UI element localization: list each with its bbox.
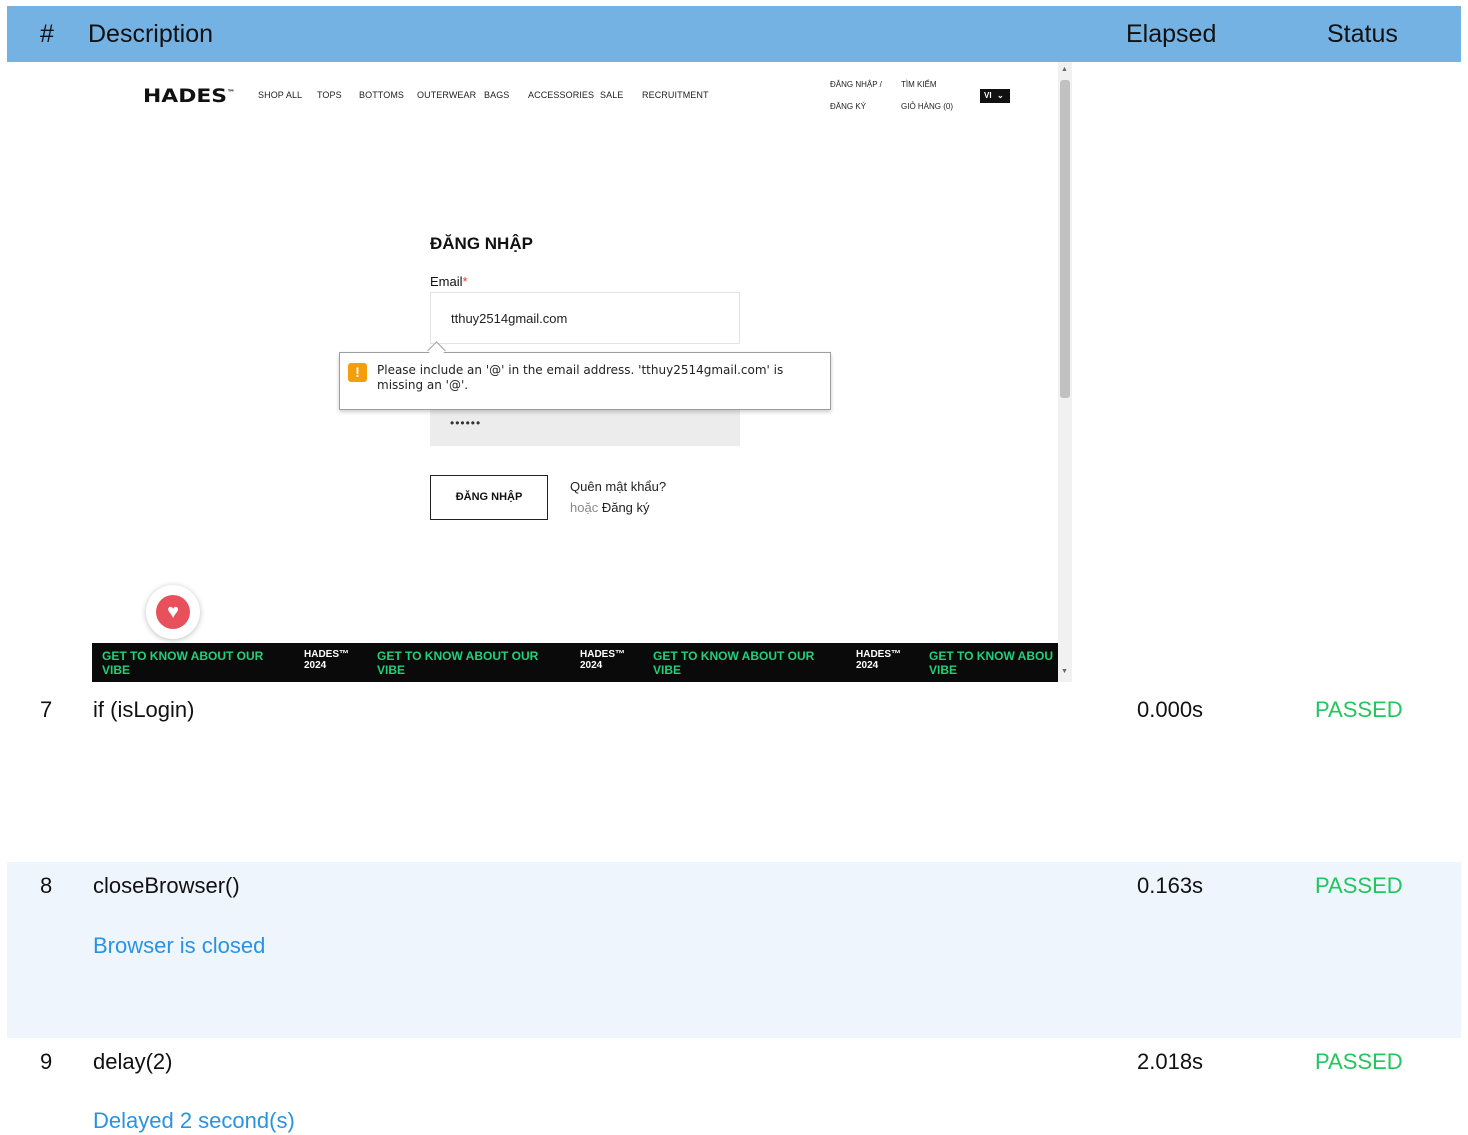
marquee-vibe: GET TO KNOW ABOUT OUR VIBE	[653, 649, 815, 677]
row-description: if (isLogin)	[93, 697, 195, 722]
table-header: # Description Elapsed Status	[7, 6, 1461, 62]
account-login-link[interactable]: ĐĂNG NHẬP /	[830, 80, 882, 89]
warning-icon: !	[348, 363, 367, 382]
row-log: Browser is closed	[93, 933, 266, 958]
nav-sale[interactable]: SALE	[600, 90, 623, 100]
marquee-brand: HADES™ 2024	[580, 649, 626, 671]
search-link[interactable]: TÌM KIẾM	[901, 80, 937, 89]
register-line: hoặc Đăng ký	[570, 500, 650, 515]
row-status: PASSED	[1315, 1049, 1403, 1074]
col-description-header: Description	[88, 20, 214, 48]
validation-tooltip: ! Please include an '@' in the email add…	[339, 352, 831, 410]
nav-bottoms[interactable]: BOTTOMS	[359, 90, 404, 100]
login-submit-button[interactable]: ĐĂNG NHẬP	[430, 475, 548, 520]
marquee-vibe: GET TO KNOW ABOUT OUR VIBE	[102, 649, 264, 677]
register-link[interactable]: Đăng ký	[602, 500, 650, 515]
row-status: PASSED	[1315, 697, 1403, 722]
account-register-link[interactable]: ĐĂNG KÝ	[830, 102, 866, 111]
forgot-password-link[interactable]: Quên mật khẩu?	[570, 479, 666, 494]
marquee-vibe: GET TO KNOW ABOUT OUR VIBE	[377, 649, 539, 677]
nav-bags[interactable]: BAGS	[484, 90, 509, 100]
row-num: 9	[40, 1049, 53, 1074]
language-select[interactable]: VI ⌄	[980, 89, 1010, 103]
nav-outerwear[interactable]: OUTERWEAR	[417, 90, 476, 100]
row-num: 8	[40, 873, 53, 898]
nav-shop-all[interactable]: SHOP ALL	[258, 90, 302, 100]
col-status-header: Status	[1327, 20, 1398, 48]
screenshot-embed: HADES™ SHOP ALL TOPS BOTTOMS OUTERWEAR B…	[92, 62, 1080, 682]
col-elapsed-header: Elapsed	[1126, 20, 1217, 48]
nav-recruitment[interactable]: RECRUITMENT	[642, 90, 709, 100]
validation-message: Please include an '@' in the email addre…	[377, 363, 784, 392]
wishlist-button[interactable]: ♥	[146, 585, 200, 639]
marquee-brand: HADES™ 2024	[856, 649, 902, 671]
marquee-vibe: GET TO KNOW ABOU VIBE	[929, 649, 1053, 677]
marquee-brand: HADES™ 2024	[304, 649, 350, 671]
row-status: PASSED	[1315, 873, 1403, 898]
marquee-bar: GET TO KNOW ABOUT OUR VIBE HADES™ 2024 GET…	[92, 643, 1058, 682]
col-num-header: #	[40, 20, 54, 48]
chevron-down-icon: ⌄	[997, 91, 1004, 100]
row-elapsed: 0.000s	[1137, 697, 1204, 722]
row-elapsed: 0.163s	[1137, 873, 1204, 898]
cart-link[interactable]: GIỎ HÀNG (0)	[901, 102, 953, 111]
row-description: closeBrowser()	[93, 873, 240, 898]
heart-icon: ♥	[156, 595, 190, 629]
email-label: Email*	[430, 274, 468, 289]
hades-logo[interactable]: HADES™	[143, 85, 235, 107]
login-title: ĐĂNG NHẬP	[430, 234, 533, 253]
row-description: delay(2)	[93, 1049, 173, 1074]
scroll-down-icon[interactable]: ▼	[1061, 668, 1068, 675]
scroll-up-icon[interactable]: ▲	[1061, 66, 1068, 73]
nav-accessories[interactable]: ACCESSORIES	[528, 90, 594, 100]
nav-tops[interactable]: TOPS	[317, 90, 342, 100]
email-field[interactable]: tthuy2514gmail.com	[430, 292, 740, 344]
row-log: Delayed 2 second(s)	[93, 1108, 295, 1133]
row-num: 7	[40, 697, 53, 722]
scrollbar-thumb[interactable]	[1060, 80, 1070, 398]
row-elapsed: 2.018s	[1137, 1049, 1204, 1074]
